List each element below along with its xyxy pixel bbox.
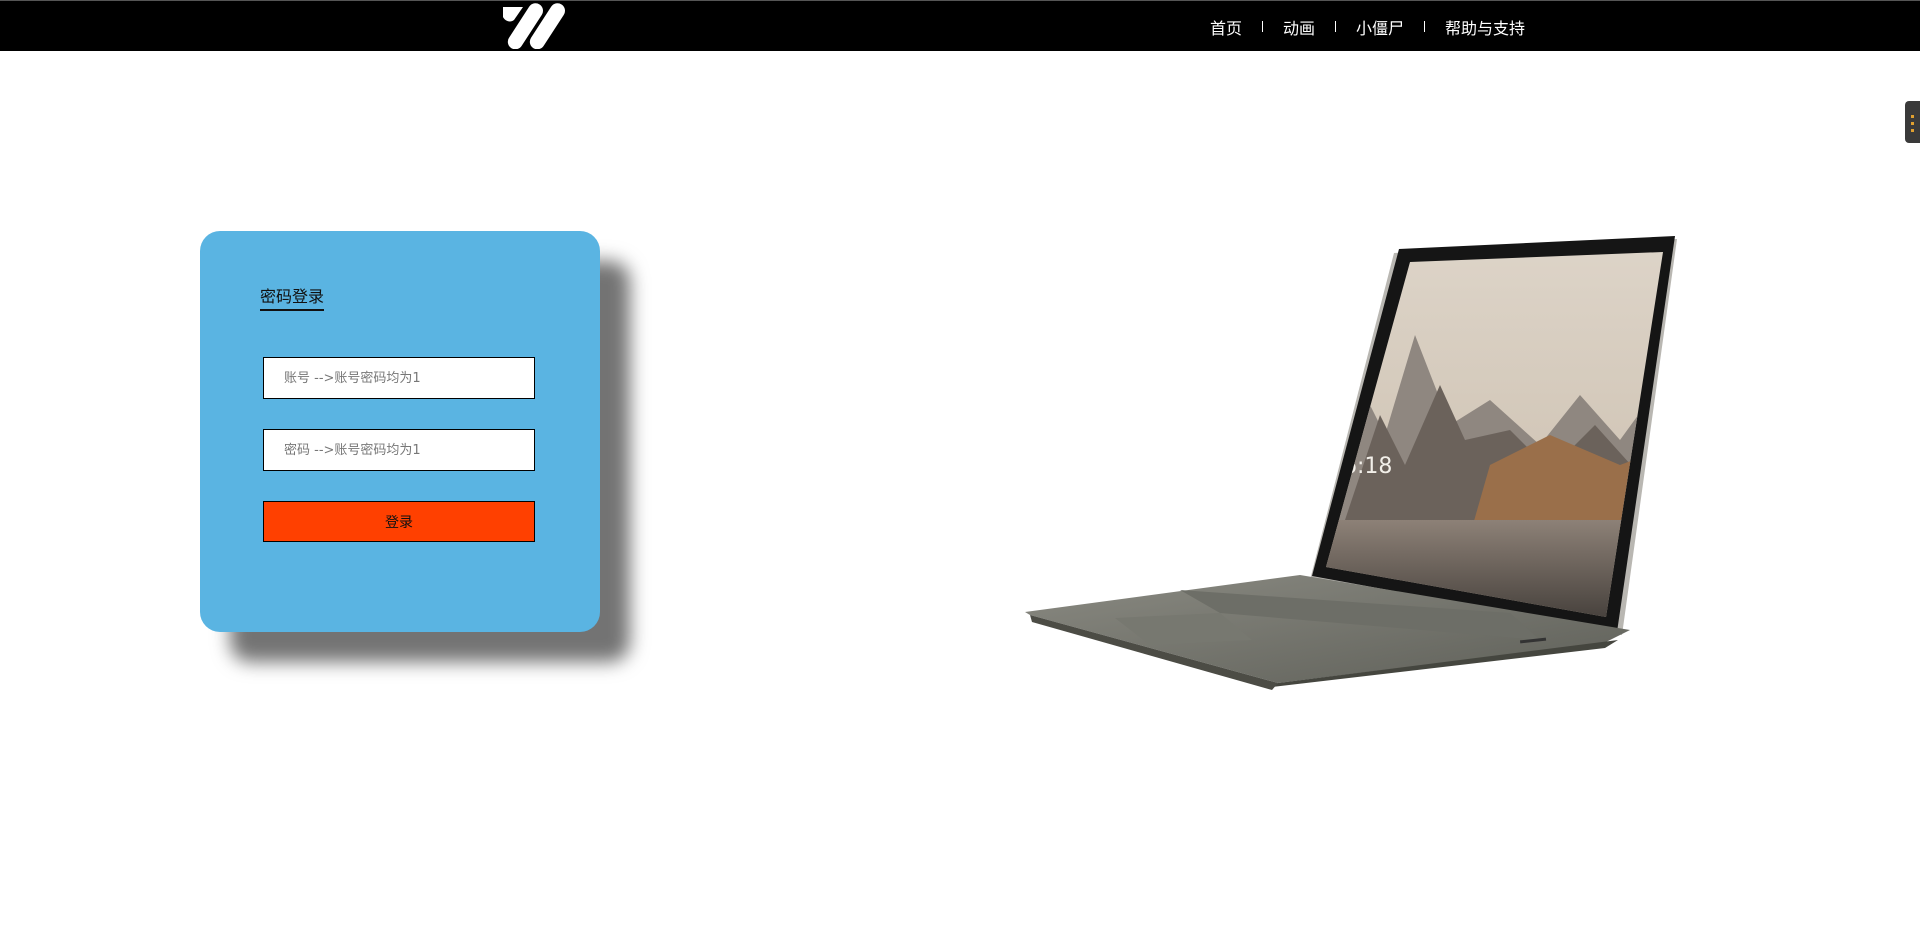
password-input[interactable]	[263, 429, 535, 471]
nav-animation-link[interactable]: 动画	[1283, 15, 1315, 39]
account-input[interactable]	[263, 357, 535, 399]
top-navigation-bar: 首页 动画 小僵尸 帮助与支持	[0, 0, 1920, 51]
nav-separator	[1262, 21, 1264, 32]
nav-home-link[interactable]: 首页	[1210, 15, 1242, 39]
nav-help-support-link[interactable]: 帮助与支持	[1445, 15, 1525, 39]
side-tab-dot	[1911, 115, 1914, 118]
brand-logo-icon[interactable]	[497, 3, 569, 49]
nav-separator	[1335, 21, 1337, 32]
password-login-tab[interactable]: 密码登录	[260, 283, 325, 311]
side-floating-tab[interactable]	[1905, 101, 1920, 143]
side-tab-dot	[1911, 129, 1914, 132]
laptop-illustration: 6:18	[1025, 236, 1677, 690]
side-tab-dot	[1911, 122, 1914, 125]
nav-separator	[1424, 21, 1426, 32]
nav-zombie-link[interactable]: 小僵尸	[1356, 15, 1404, 39]
login-card: 密码登录 登录	[200, 231, 600, 632]
main-nav: 首页 动画 小僵尸 帮助与支持	[1210, 1, 1525, 52]
login-button[interactable]: 登录	[263, 501, 535, 542]
